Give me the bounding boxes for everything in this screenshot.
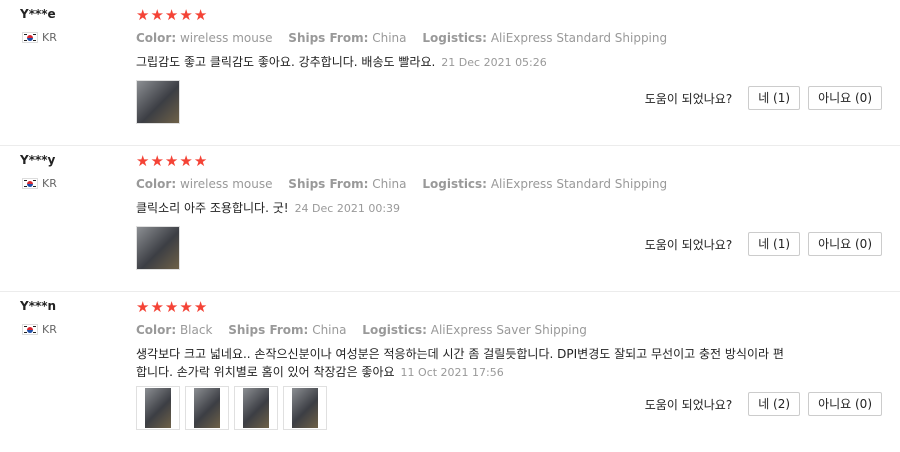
reviewer-name: Y***n — [20, 299, 57, 313]
star-icon: ★ — [179, 6, 193, 24]
country-code: KR — [42, 323, 57, 336]
star-rating: ★ ★ ★ ★ ★ — [136, 154, 207, 169]
korea-flag-icon — [22, 324, 38, 335]
review-photo[interactable] — [136, 386, 180, 430]
photo-image — [194, 388, 220, 428]
review-photo[interactable] — [234, 386, 278, 430]
reviewer-country: KR — [22, 323, 57, 336]
ships-from-label: Ships From: — [228, 323, 309, 337]
star-rating: ★ ★ ★ ★ ★ — [136, 8, 207, 23]
star-icon: ★ — [164, 152, 179, 170]
helpful-yes-button[interactable]: 네 (2) — [748, 392, 801, 416]
star-icon: ★ — [164, 6, 179, 24]
review-photo[interactable] — [185, 386, 229, 430]
reviewer-name: Y***e — [20, 7, 56, 21]
review-photos — [136, 386, 327, 430]
review-item: Y***n KR ★ ★ ★ ★ ★ Color: Black Ships Fr… — [0, 292, 900, 452]
review-photo[interactable] — [136, 80, 180, 124]
star-icon: ★ — [179, 298, 193, 316]
helpful-question: 도움이 되었나요? — [644, 397, 733, 412]
review-date: 11 Oct 2021 17:56 — [400, 366, 504, 379]
logistics-value: AliExpress Standard Shipping — [490, 177, 668, 191]
helpful-no-button[interactable]: 아니요 (0) — [808, 232, 882, 256]
helpful-no-button[interactable]: 아니요 (0) — [808, 86, 882, 110]
color-value: wireless mouse — [179, 177, 273, 191]
helpful-vote: 도움이 되었나요? 네 (1) 아니요 (0) — [645, 86, 882, 110]
color-label: Color: — [136, 31, 177, 45]
star-icon: ★ — [179, 152, 193, 170]
review-photo[interactable] — [136, 226, 180, 270]
korea-flag-icon — [22, 32, 38, 43]
star-icon: ★ — [193, 6, 208, 24]
star-icon: ★ — [136, 152, 150, 170]
color-value: wireless mouse — [179, 31, 273, 45]
star-icon: ★ — [193, 298, 208, 316]
helpful-vote: 도움이 되었나요? 네 (1) 아니요 (0) — [645, 232, 882, 256]
country-code: KR — [42, 177, 57, 190]
helpful-question: 도움이 되었나요? — [644, 91, 733, 106]
photo-image — [137, 81, 179, 123]
ships-from-value: China — [372, 177, 407, 191]
review-text: 그립감도 좋고 클릭감도 좋아요. 강추합니다. 배송도 빨라요. 21 Dec … — [136, 53, 786, 72]
star-rating: ★ ★ ★ ★ ★ — [136, 300, 207, 315]
review-photo[interactable] — [283, 386, 327, 430]
color-value: Black — [179, 323, 213, 337]
logistics-label: Logistics: — [422, 31, 487, 45]
review-text: 생각보다 크고 넓네요.. 손작으신분이나 여성분은 적응하는데 시간 좀 걸릴… — [136, 345, 786, 382]
helpful-yes-button[interactable]: 네 (1) — [748, 86, 801, 110]
star-icon: ★ — [150, 152, 164, 170]
review-photos — [136, 80, 180, 124]
star-icon: ★ — [136, 298, 150, 316]
review-item: Y***y KR ★ ★ ★ ★ ★ Color: wireless mouse… — [0, 146, 900, 292]
helpful-no-button[interactable]: 아니요 (0) — [808, 392, 882, 416]
color-label: Color: — [136, 323, 177, 337]
logistics-value: AliExpress Standard Shipping — [490, 31, 668, 45]
star-icon: ★ — [136, 6, 150, 24]
korea-flag-icon — [22, 178, 38, 189]
review-content: 클릭소리 아주 조용합니다. 굿! — [136, 201, 289, 215]
logistics-label: Logistics: — [422, 177, 487, 191]
reviewer-country: KR — [22, 31, 57, 44]
ships-from-value: China — [312, 323, 347, 337]
order-info: Color: wireless mouse Ships From: China … — [136, 177, 679, 191]
logistics-label: Logistics: — [362, 323, 427, 337]
helpful-yes-button[interactable]: 네 (1) — [748, 232, 801, 256]
star-icon: ★ — [164, 298, 179, 316]
review-date: 24 Dec 2021 00:39 — [294, 202, 401, 215]
star-icon: ★ — [150, 6, 164, 24]
ships-from-label: Ships From: — [288, 31, 369, 45]
photo-image — [145, 388, 171, 428]
order-info: Color: Black Ships From: China Logistics… — [136, 323, 599, 337]
star-icon: ★ — [193, 152, 208, 170]
ships-from-value: China — [372, 31, 407, 45]
review-photos — [136, 226, 180, 270]
photo-image — [137, 227, 179, 269]
photo-image — [292, 388, 318, 428]
photo-image — [243, 388, 269, 428]
helpful-question: 도움이 되었나요? — [644, 237, 733, 252]
ships-from-label: Ships From: — [288, 177, 369, 191]
logistics-value: AliExpress Saver Shipping — [430, 323, 587, 337]
reviewer-country: KR — [22, 177, 57, 190]
review-content: 그립감도 좋고 클릭감도 좋아요. 강추합니다. 배송도 빨라요. — [136, 55, 436, 69]
color-label: Color: — [136, 177, 177, 191]
order-info: Color: wireless mouse Ships From: China … — [136, 31, 679, 45]
country-code: KR — [42, 31, 57, 44]
reviewer-name: Y***y — [20, 153, 56, 167]
review-date: 21 Dec 2021 05:26 — [441, 56, 547, 69]
review-text: 클릭소리 아주 조용합니다. 굿! 24 Dec 2021 00:39 — [136, 199, 786, 218]
star-icon: ★ — [150, 298, 164, 316]
review-item: Y***e KR ★ ★ ★ ★ ★ Color: wireless mouse… — [0, 0, 900, 146]
helpful-vote: 도움이 되었나요? 네 (2) 아니요 (0) — [645, 392, 882, 416]
